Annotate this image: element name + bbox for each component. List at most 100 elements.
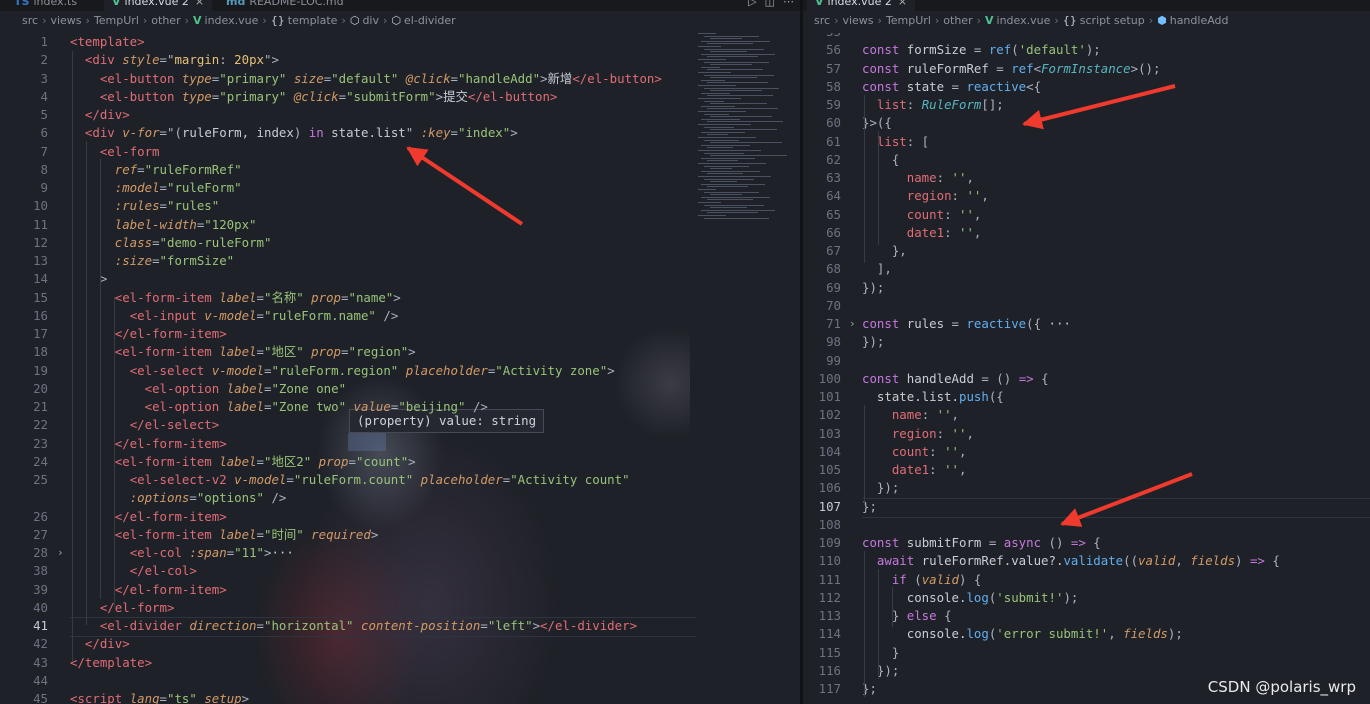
more-actions-icon[interactable]: ⋯ xyxy=(783,0,794,8)
code-line[interactable]: 55 xyxy=(803,33,1370,41)
code-line[interactable]: 59 list: RuleForm[]; xyxy=(803,96,1370,114)
code-line[interactable]: 60}>({ xyxy=(803,114,1370,132)
code-line[interactable]: 66 date1: '', xyxy=(803,224,1370,242)
code-line[interactable]: 100 const handleAdd = () => { xyxy=(803,370,1370,388)
code-line[interactable]: 114 console.log('error submit!', fields)… xyxy=(803,625,1370,643)
code-editor[interactable]: 5556const formSize = ref('default');57co… xyxy=(803,33,1370,704)
breadcrumb-item[interactable]: TempUrl xyxy=(886,14,931,27)
code-line[interactable]: 42 </div> xyxy=(0,635,800,653)
code-line[interactable]: 41 <el-divider direction="horizontal" co… xyxy=(0,617,800,637)
fold-chevron-icon[interactable]: › xyxy=(849,315,856,333)
breadcrumb-item[interactable]: views xyxy=(50,14,81,27)
run-icon[interactable]: ▷ xyxy=(748,0,756,8)
breadcrumb-item[interactable]: Vindex.vue xyxy=(193,14,258,27)
code-line[interactable]: 11 label-width="120px" xyxy=(0,216,800,234)
code-line[interactable]: 69}); xyxy=(803,279,1370,297)
breadcrumb-item[interactable]: ⬡ div xyxy=(350,14,379,27)
code-line[interactable]: 16 <el-input v-model="ruleForm.name" /> xyxy=(0,307,800,325)
code-line[interactable]: 68 ], xyxy=(803,260,1370,278)
code-line[interactable]: :options="options" /> xyxy=(0,489,800,507)
code-line[interactable]: 110 await ruleFormRef.value?.validate((v… xyxy=(803,552,1370,570)
code-line[interactable]: 57 const ruleFormRef = ref<FormInstance>(… xyxy=(803,60,1370,78)
code-line[interactable]: 20 <el-option label="Zone one" xyxy=(0,380,800,398)
code-line[interactable]: 8 ref="ruleFormRef" xyxy=(0,161,800,179)
code-line[interactable]: 67 }, xyxy=(803,242,1370,260)
code-line[interactable]: 106 }); xyxy=(803,479,1370,497)
code-line[interactable]: 38 </el-col> xyxy=(0,562,800,580)
code-line[interactable]: 7 <el-form xyxy=(0,143,800,161)
code-line[interactable]: 99 xyxy=(803,352,1370,370)
code-line[interactable]: 111 if (valid) { xyxy=(803,571,1370,589)
code-line[interactable]: 19 <el-select v-model="ruleForm.region" … xyxy=(0,362,800,380)
code-line[interactable]: 6 <div v-for="(ruleForm, index) in state… xyxy=(0,124,800,142)
code-line[interactable]: 104 count: '', xyxy=(803,443,1370,461)
breadcrumb-item[interactable]: src xyxy=(814,14,830,27)
code-line[interactable]: 23 </el-form-item> xyxy=(0,435,800,453)
breadcrumb-item[interactable]: {} template xyxy=(271,14,338,27)
code-line[interactable]: 10 :rules="rules" xyxy=(0,197,800,215)
code-line[interactable]: 58 const state = reactive<{ xyxy=(803,78,1370,96)
code-line[interactable]: 22 </el-select> xyxy=(0,416,800,434)
code-line[interactable]: 65 count: '', xyxy=(803,206,1370,224)
code-line[interactable]: 43 </template> xyxy=(0,654,800,672)
code-line[interactable]: 21 <el-option label="Zone two" value="be… xyxy=(0,398,800,416)
breadcrumb-item[interactable]: TempUrl xyxy=(94,14,139,27)
breadcrumb-item[interactable]: {} script setup xyxy=(1063,14,1145,27)
tab-index-ts[interactable]: TS index.ts xyxy=(6,0,85,11)
code-line[interactable]: 107}; xyxy=(803,497,1370,518)
code-line[interactable]: 40 </el-form> xyxy=(0,599,800,617)
tab-index-vue[interactable]: Vindex.vue 2 × xyxy=(807,0,916,11)
code-line[interactable]: 109 const submitForm = async () => { xyxy=(803,534,1370,552)
breadcrumb-item[interactable]: other xyxy=(151,14,180,27)
code-line[interactable]: 70 xyxy=(803,297,1370,315)
code-line[interactable]: 98}); xyxy=(803,333,1370,351)
close-icon[interactable]: × xyxy=(898,0,907,8)
code-line[interactable]: 62 { xyxy=(803,151,1370,169)
breadcrumb-item[interactable]: ⬢ handleAdd xyxy=(1157,14,1228,27)
code-line[interactable]: 24 <el-form-item label="地区2" prop="count… xyxy=(0,453,800,471)
code-line[interactable]: 63 name: '', xyxy=(803,169,1370,187)
breadcrumb-item[interactable]: src xyxy=(22,14,38,27)
breadcrumb-item[interactable]: views xyxy=(842,14,873,27)
code-line[interactable]: 101 state.list.push({ xyxy=(803,388,1370,406)
breadcrumb-item[interactable]: ⬡ el-divider xyxy=(391,14,455,27)
code-line[interactable]: 14 > xyxy=(0,270,800,288)
code-line[interactable]: 4 <el-button type="primary" @click="subm… xyxy=(0,88,800,106)
code-line[interactable]: 102 name: '', xyxy=(803,406,1370,424)
code-line[interactable]: 103 region: '', xyxy=(803,425,1370,443)
code-line[interactable]: 56 const formSize = ref('default'); xyxy=(803,41,1370,59)
code-line[interactable]: 13 :size="formSize" xyxy=(0,252,800,270)
code-line[interactable]: 27 <el-form-item label="时间" required> xyxy=(0,526,800,544)
breadcrumb-item[interactable]: other xyxy=(943,14,972,27)
code-line[interactable]: 25 <el-select-v2 v-model="ruleForm.count… xyxy=(0,471,800,489)
code-line[interactable]: 45 <script lang="ts" setup> xyxy=(0,690,800,704)
fold-chevron-icon[interactable]: › xyxy=(57,544,64,562)
tab-index-vue[interactable]: Vindex.vue 2 × xyxy=(104,0,213,11)
tab-readme-loc[interactable]: md README-LOC.md xyxy=(218,0,352,11)
code-line[interactable]: 26 </el-form-item> xyxy=(0,508,800,526)
code-line[interactable]: 15 <el-form-item label="名称" prop="name"> xyxy=(0,289,800,307)
code-line[interactable]: 61 list: [ xyxy=(803,133,1370,151)
code-line[interactable]: 64 region: '', xyxy=(803,187,1370,205)
code-line[interactable]: 44 xyxy=(0,672,800,690)
code-line[interactable]: 71 › const rules = reactive({ ··· xyxy=(803,315,1370,333)
code-line[interactable]: 108 xyxy=(803,516,1370,534)
close-icon[interactable]: × xyxy=(195,0,204,8)
code-line[interactable]: 18 <el-form-item label="地区" prop="region… xyxy=(0,343,800,361)
code-line[interactable]: 9 :model="ruleForm" xyxy=(0,179,800,197)
code-line[interactable]: 12 class="demo-ruleForm" xyxy=(0,234,800,252)
code-line[interactable]: 39 </el-form-item> xyxy=(0,581,800,599)
code-line[interactable]: 112 console.log('submit!'); xyxy=(803,589,1370,607)
code-line[interactable]: 1 <template> xyxy=(0,33,800,51)
code-line[interactable]: 115 } xyxy=(803,644,1370,662)
code-line[interactable]: 3 <el-button type="primary" size="defaul… xyxy=(0,70,800,88)
split-editor-icon[interactable]: ◫ xyxy=(765,0,775,8)
code-line[interactable]: 28 › <el-col :span="11">··· xyxy=(0,544,800,562)
code-editor[interactable]: (property) value: string 1 <template> 2 <d… xyxy=(0,33,800,704)
code-line[interactable]: 2 <div style="margin: 20px"> xyxy=(0,51,800,69)
code-line[interactable]: 105 date1: '', xyxy=(803,461,1370,479)
code-line[interactable]: 5 </div> xyxy=(0,106,800,124)
code-line[interactable]: 17 </el-form-item> xyxy=(0,325,800,343)
code-line[interactable]: 113 } else { xyxy=(803,607,1370,625)
breadcrumb-item[interactable]: Vindex.vue xyxy=(985,14,1050,27)
